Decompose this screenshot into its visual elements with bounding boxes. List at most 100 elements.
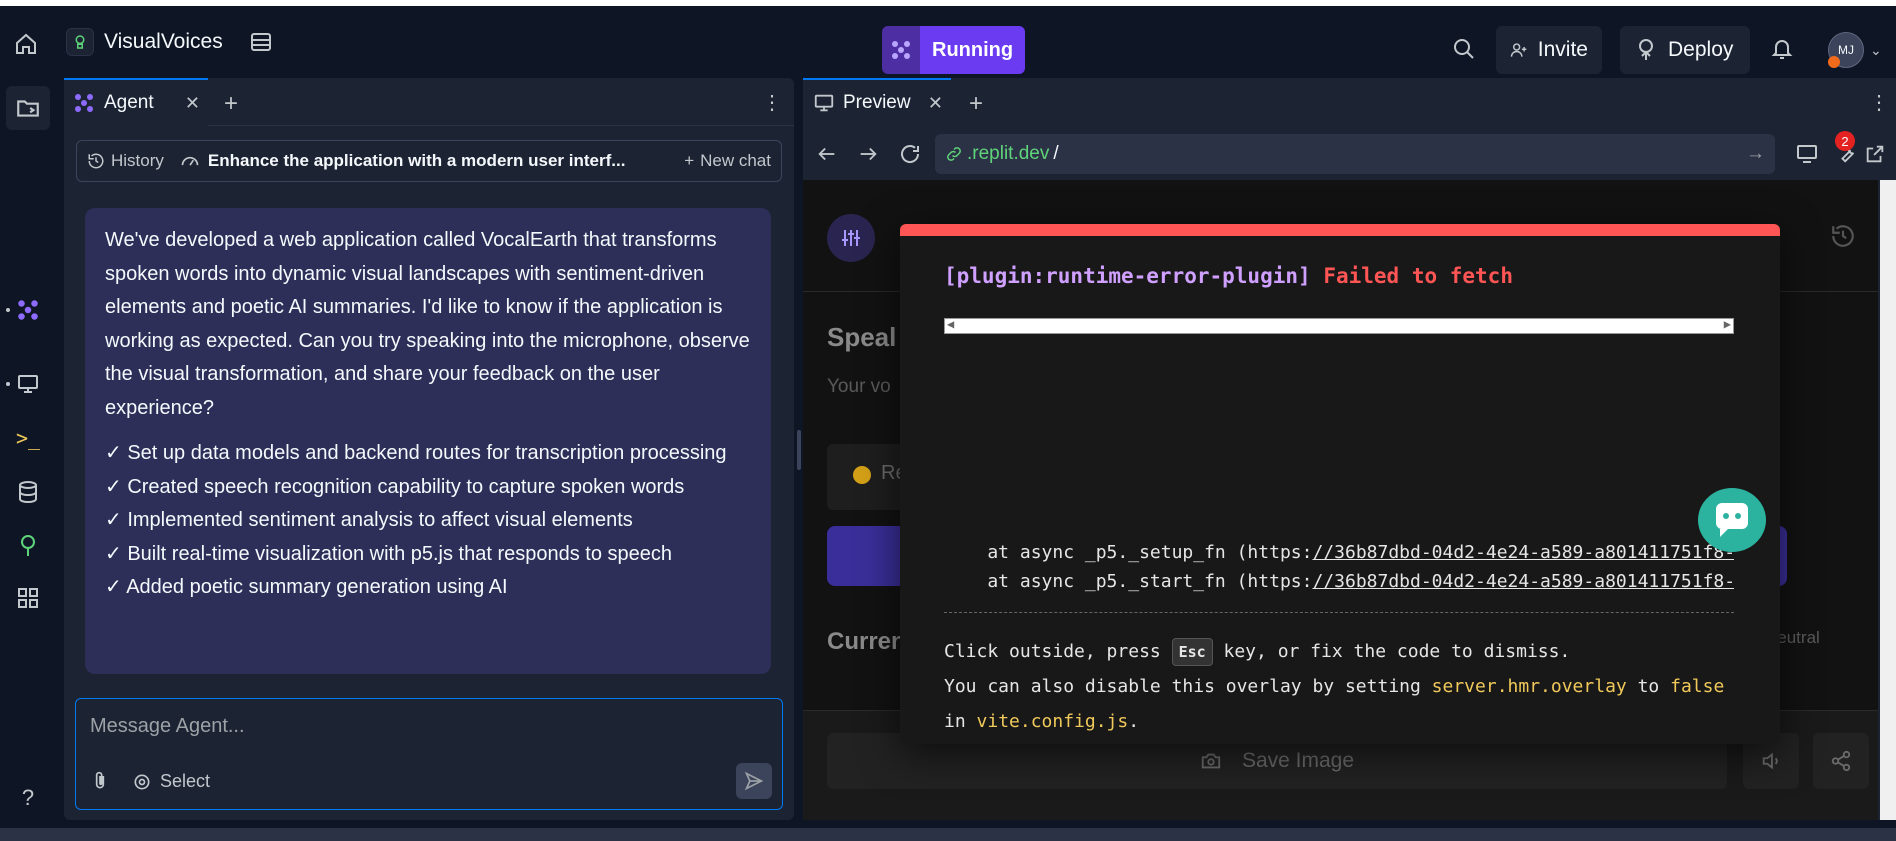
footer-text: . — [1128, 711, 1140, 732]
workspace-header: VisualVoices Running Invite Deploy MJ ⌄ — [0, 6, 1896, 82]
footer-line-2: You can also disable this overlay by set… — [944, 669, 1744, 704]
more-options-icon[interactable]: ⋮ — [1869, 90, 1889, 115]
url-path: / — [1053, 143, 1059, 164]
history-icon[interactable] — [1829, 222, 1857, 250]
chevron-down-icon[interactable]: ⌄ — [1870, 42, 1882, 59]
repl-title[interactable]: VisualVoices — [66, 28, 275, 56]
stack-line: at async _p5._setup_fn (https://36b87dbd… — [944, 542, 1734, 563]
help-icon[interactable]: ? — [12, 782, 44, 814]
record-status-dot — [853, 466, 871, 484]
esc-key: Esc — [1171, 638, 1213, 666]
active-dot — [6, 382, 10, 386]
error-count-badge: 2 — [1835, 131, 1855, 151]
deploy-button[interactable]: Deploy — [1620, 26, 1750, 74]
terminal-icon[interactable]: >_ — [12, 422, 44, 454]
chat-title[interactable]: Enhance the application with a modern us… — [180, 151, 626, 171]
running-button[interactable]: Running — [920, 26, 1026, 74]
tab-preview-label: Preview — [843, 92, 911, 113]
paperclip-icon[interactable] — [90, 771, 110, 796]
select-label: Select — [160, 771, 211, 791]
agent-icon — [75, 94, 93, 112]
tab-preview[interactable]: Preview ✕ — [803, 78, 951, 126]
app-heading: Speal — [827, 322, 897, 352]
target-icon — [134, 774, 150, 789]
checklist-item: ✓ Built real-time visualization with p5.… — [105, 542, 673, 565]
stack-link[interactable]: //36b87dbd-04d2-4e24-a589-a801411751f8-0 — [1312, 571, 1734, 592]
repl-name: VisualVoices — [104, 30, 223, 53]
error-stack: at async _p5._setup_fn (https://36b87dbd… — [944, 538, 1734, 596]
agent-icon — [882, 26, 920, 74]
config-file: vite.config.js — [976, 711, 1129, 732]
files-icon[interactable] — [6, 86, 50, 130]
left-rail: >_ ? — [0, 82, 54, 828]
select-button[interactable]: Select — [132, 771, 210, 792]
invite-icon — [1510, 43, 1527, 57]
grid-icon[interactable] — [12, 582, 44, 614]
stack-prefix: at async _p5._setup_fn (https: — [944, 542, 1313, 563]
avatar-status-dot — [1828, 56, 1840, 68]
horizontal-scrollbar[interactable]: ◀ ▶ — [944, 317, 1734, 334]
app-subtext: Your vo — [827, 376, 891, 397]
status-bar — [0, 828, 1896, 841]
active-dot — [6, 308, 10, 312]
message-paragraph: We've developed a web application called… — [105, 229, 750, 419]
pane-resize-handle[interactable] — [797, 430, 801, 470]
back-icon[interactable] — [813, 140, 841, 168]
history-button[interactable]: History — [87, 151, 164, 171]
new-chat-button[interactable]: + New chat — [684, 151, 771, 171]
volume-icon — [1762, 752, 1778, 770]
tree-icon[interactable] — [12, 530, 44, 562]
preview-scrollbar[interactable] — [1880, 180, 1896, 820]
agent-icon[interactable] — [12, 294, 44, 326]
go-icon[interactable]: → — [1746, 143, 1765, 165]
invite-label: Invite — [1537, 38, 1588, 61]
devtools-icon[interactable] — [1793, 140, 1821, 168]
plus-icon[interactable]: + — [224, 90, 238, 118]
more-options-icon[interactable]: ⋮ — [762, 90, 782, 115]
chatbot-icon[interactable] — [1698, 488, 1766, 552]
close-icon[interactable]: ✕ — [185, 93, 200, 114]
message-input[interactable] — [90, 715, 770, 738]
url-domain: .replit.dev — [967, 143, 1050, 164]
footer-text: key, or fix the code to dismiss. — [1212, 641, 1571, 662]
close-icon[interactable]: ✕ — [928, 93, 943, 114]
url-bar[interactable]: .replit.dev / → — [935, 134, 1775, 174]
checklist-item: ✓ Implemented sentiment analysis to affe… — [105, 509, 633, 531]
refresh-icon[interactable] — [896, 140, 924, 168]
footer-text: to — [1626, 676, 1671, 697]
bell-icon[interactable] — [1768, 35, 1796, 63]
history-icon — [88, 153, 104, 169]
checklist-item: ✓ Set up data models and backend routes … — [105, 442, 727, 464]
home-icon[interactable] — [12, 30, 40, 58]
checklist-item: ✓ Created speech recognition capability … — [105, 475, 685, 498]
agent-pane: Agent ✕ + ⋮ History Enhance the applicat… — [64, 78, 794, 820]
search-icon[interactable] — [1450, 35, 1478, 63]
invite-button[interactable]: Invite — [1496, 26, 1602, 74]
checklist-item: ✓ Added poetic summary generation using … — [105, 576, 508, 598]
tab-agent-label: Agent — [104, 92, 154, 113]
tab-agent[interactable]: Agent ✕ — [64, 78, 208, 126]
stack-link[interactable]: //36b87dbd-04d2-4e24-a589-a801411751f8-0 — [1312, 542, 1734, 563]
monitor-icon[interactable] — [12, 368, 44, 400]
monitor-icon — [814, 94, 834, 112]
database-icon[interactable] — [12, 476, 44, 508]
share-button[interactable] — [1813, 733, 1869, 789]
forward-icon[interactable] — [854, 140, 882, 168]
replit-logo-icon — [66, 28, 94, 56]
vite-error-overlay[interactable]: [plugin:runtime-error-plugin] Failed to … — [900, 224, 1780, 744]
scroll-left-icon[interactable]: ◀ — [947, 317, 954, 331]
chat-title-label: Enhance the application with a modern us… — [207, 151, 626, 170]
database-icon[interactable] — [247, 28, 275, 56]
footer-text: You can also disable this overlay by set… — [944, 676, 1432, 697]
plus-icon: + — [684, 151, 695, 170]
scroll-right-icon[interactable]: ▶ — [1724, 317, 1731, 331]
setting-value: false — [1670, 676, 1725, 697]
setting-name: server.hmr.overlay — [1431, 676, 1627, 697]
chat-bar: History Enhance the application with a m… — [76, 140, 782, 182]
plus-icon[interactable]: + — [969, 90, 983, 118]
external-icon[interactable] — [1861, 140, 1889, 168]
send-button[interactable] — [736, 763, 772, 799]
run-control[interactable]: Running — [882, 26, 1026, 74]
agent-tabbar: Agent ✕ + ⋮ — [64, 78, 794, 126]
stack-line: at async _p5._start_fn (https://36b87dbd… — [944, 571, 1734, 592]
